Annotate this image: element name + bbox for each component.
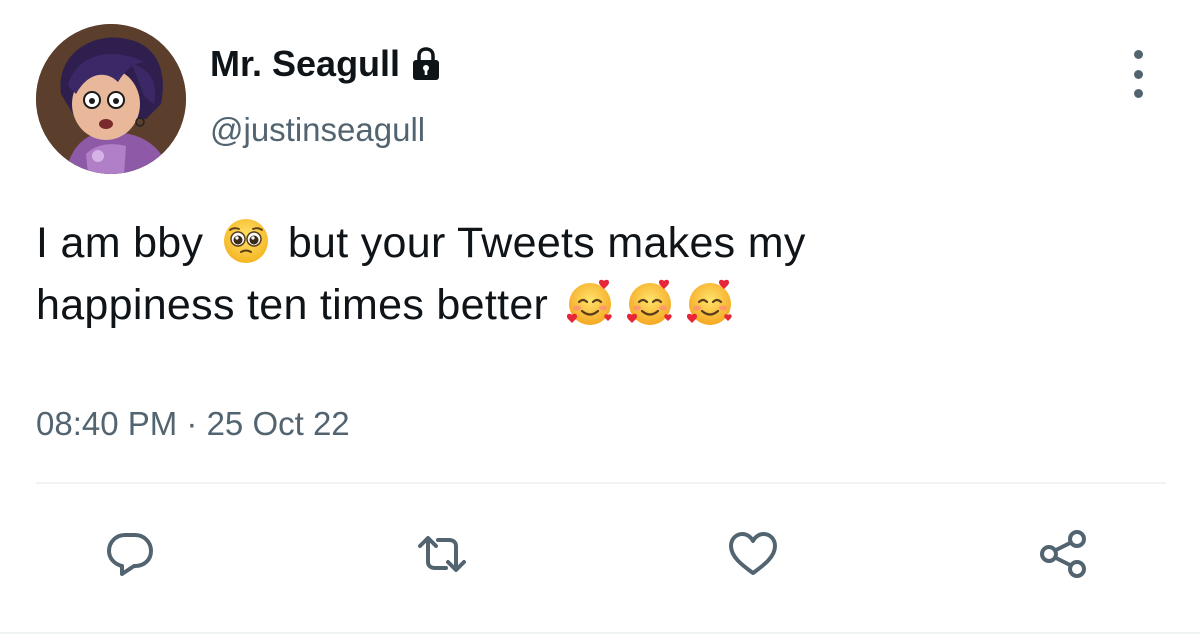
display-name[interactable]: Mr. Seagull bbox=[210, 42, 400, 86]
tweet-text-line-2: happiness ten times better bbox=[36, 274, 1156, 336]
more-vertical-icon-dot bbox=[1133, 89, 1143, 98]
tweet-text-segment: I am bby bbox=[36, 219, 204, 267]
lock-icon bbox=[410, 46, 442, 82]
tweet-text-line-1: I am bby but your Tweets makes my bbox=[36, 212, 1156, 274]
tweet-text: I am bby but your Tweets makes my happin… bbox=[36, 212, 1156, 336]
display-name-row[interactable]: Mr. Seagull bbox=[210, 42, 442, 86]
bottom-divider bbox=[0, 632, 1200, 634]
more-vertical-icon bbox=[1133, 50, 1143, 59]
reply-icon bbox=[107, 533, 153, 576]
share-button[interactable] bbox=[1036, 526, 1092, 582]
user-handle[interactable]: @justinseagull bbox=[210, 110, 425, 150]
more-vertical-icon-dot bbox=[1133, 69, 1143, 79]
tweet-timestamp[interactable]: 08:40 PM · 25 Oct 22 bbox=[36, 402, 350, 446]
avatar-image bbox=[36, 24, 186, 174]
smiling-face-with-hearts-emoji-icon bbox=[564, 277, 616, 329]
heart-icon bbox=[729, 532, 777, 575]
retweet-button[interactable] bbox=[414, 526, 470, 582]
like-button[interactable] bbox=[725, 526, 781, 582]
tweet-text-segment: but your Tweets makes my bbox=[287, 219, 806, 267]
smiling-face-with-hearts-emoji-icon bbox=[684, 277, 736, 329]
divider bbox=[36, 482, 1166, 484]
smiling-face-with-hearts-emoji-icon bbox=[624, 277, 676, 329]
tweet-text-segment: happiness ten times better bbox=[36, 281, 549, 329]
retweet-icon bbox=[418, 536, 466, 572]
more-options-button[interactable] bbox=[1124, 50, 1152, 98]
reply-button[interactable] bbox=[102, 526, 158, 582]
share-icon bbox=[1040, 530, 1086, 578]
avatar[interactable] bbox=[36, 24, 186, 174]
pleading-face-emoji-icon bbox=[220, 215, 272, 267]
